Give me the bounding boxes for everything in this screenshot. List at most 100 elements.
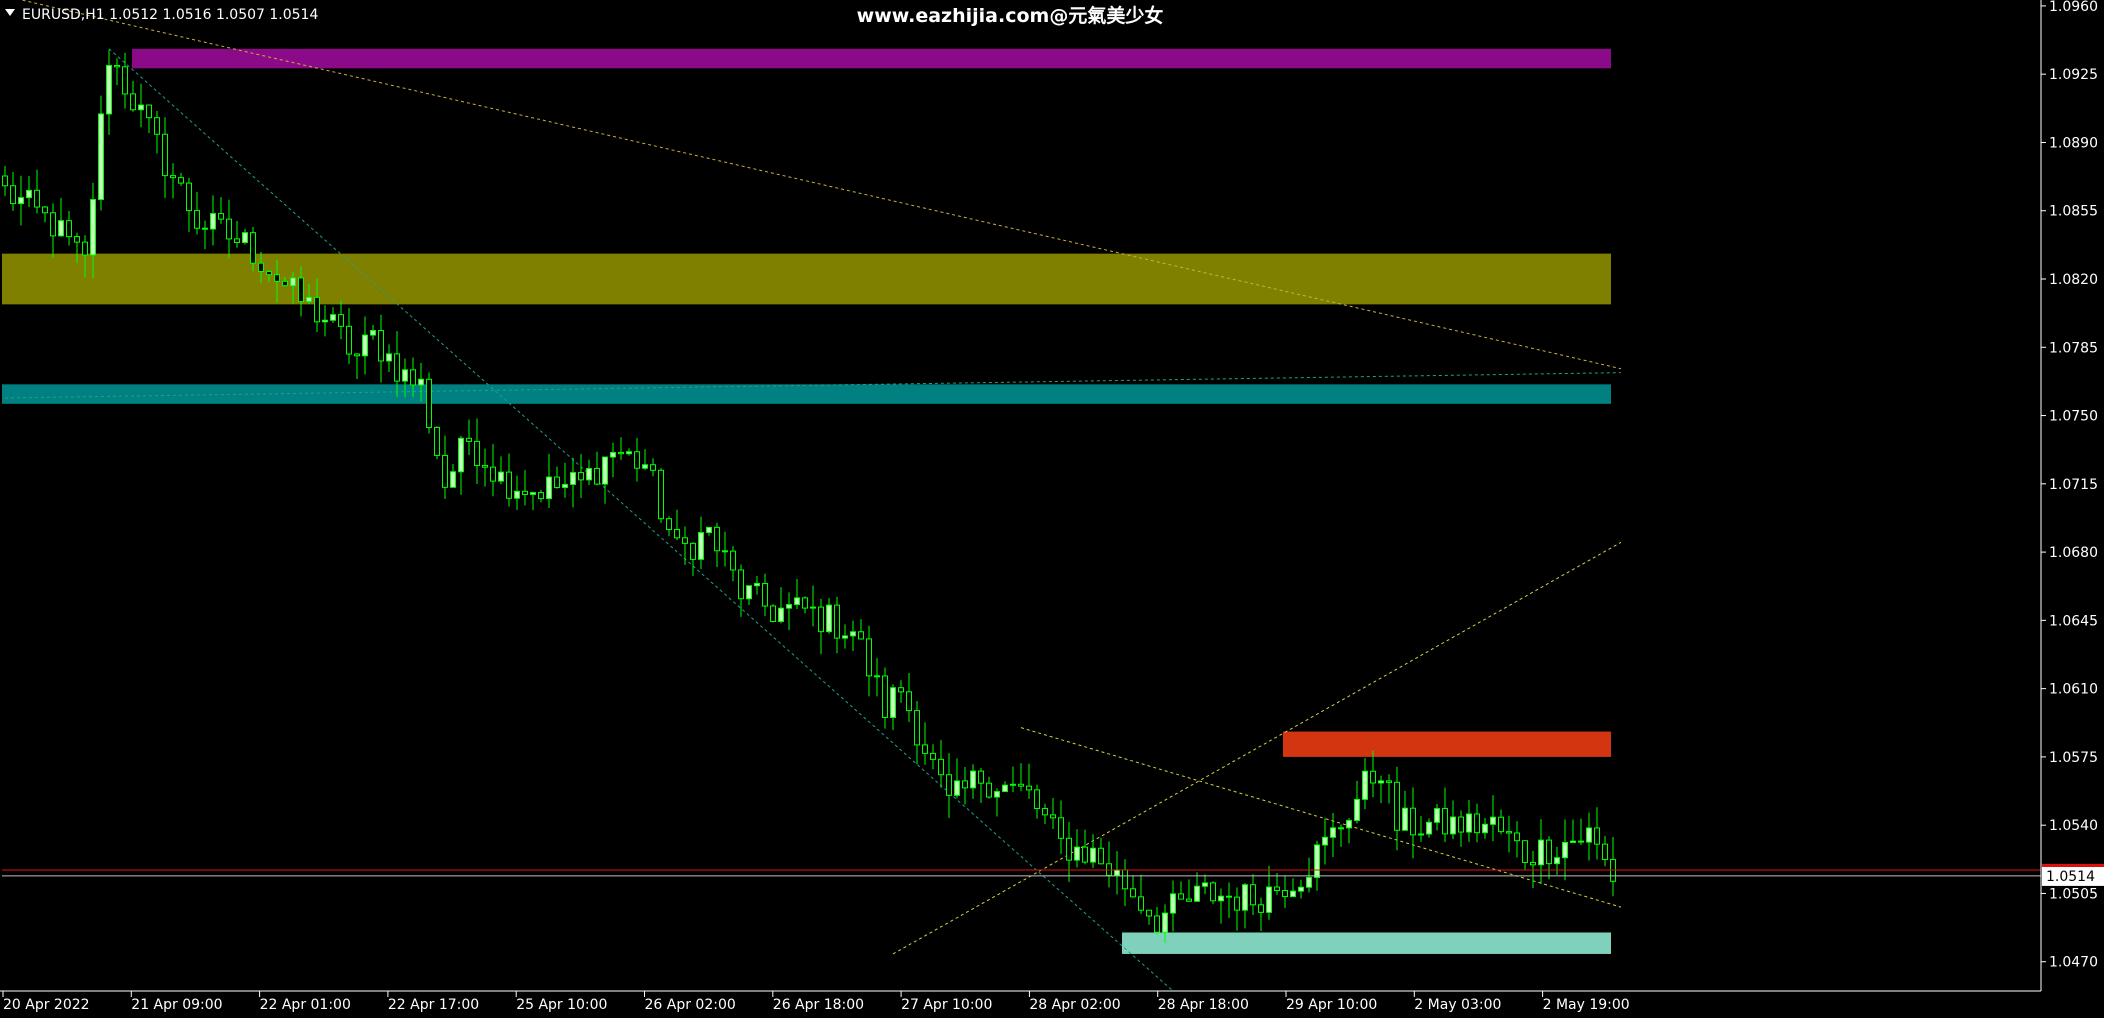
candle-body xyxy=(386,353,392,362)
candle-body xyxy=(866,638,872,677)
y-tick-label: 1.0505 xyxy=(2049,886,2098,902)
candle-body xyxy=(1082,846,1088,863)
candle-body xyxy=(850,631,856,637)
candle-body xyxy=(354,353,360,357)
candle-body xyxy=(442,454,448,488)
candle-body xyxy=(674,528,680,539)
candle-body xyxy=(874,675,880,678)
candle-body xyxy=(18,197,24,205)
candle-body xyxy=(218,213,224,220)
candle-body xyxy=(610,451,616,458)
candle-body xyxy=(1234,896,1240,911)
candle-body xyxy=(1026,785,1032,791)
y-tick-label: 1.0820 xyxy=(2049,272,2098,288)
candle-body xyxy=(546,476,552,500)
candle-body xyxy=(1594,827,1600,845)
candle-body xyxy=(330,314,336,321)
y-tick-label: 1.0470 xyxy=(2049,955,2098,971)
zone-rect[interactable] xyxy=(132,48,1611,69)
zone-rect[interactable] xyxy=(1122,932,1611,954)
candle-body xyxy=(986,782,992,798)
candle-body xyxy=(602,456,608,485)
candle-body xyxy=(1274,886,1280,891)
candle-body xyxy=(530,492,536,495)
candle-body xyxy=(514,490,520,499)
candle-body xyxy=(906,691,912,712)
candle-body xyxy=(834,604,840,639)
candle-body xyxy=(1010,783,1016,786)
candle-body xyxy=(434,426,440,456)
candle-body xyxy=(474,440,480,466)
candle-body xyxy=(1354,798,1360,821)
candle-body xyxy=(322,319,328,323)
candle-body xyxy=(1074,846,1080,861)
candle-body xyxy=(266,270,272,276)
candle-body xyxy=(1250,884,1256,906)
candle-body xyxy=(1298,886,1304,892)
candle-body xyxy=(1378,780,1384,784)
candle-body xyxy=(306,296,312,303)
y-tick-label: 1.0610 xyxy=(2049,682,2098,698)
candle-body xyxy=(1098,847,1104,865)
candle-body xyxy=(1138,896,1144,911)
candle-body xyxy=(242,232,248,243)
candle-body xyxy=(194,210,200,229)
x-tick-label: 28 Apr 02:00 xyxy=(1029,997,1120,1013)
candle-body xyxy=(1170,893,1176,914)
y-tick-label: 1.0540 xyxy=(2049,818,2098,834)
candle-body xyxy=(298,277,304,303)
candle-body xyxy=(842,635,848,639)
y-tick-label: 1.0785 xyxy=(2049,340,2098,356)
candle-body xyxy=(1194,885,1200,902)
candle-body xyxy=(1210,882,1216,902)
candle-body xyxy=(74,236,80,243)
candle-body xyxy=(1002,784,1008,793)
current-price-text: 1.0514 xyxy=(2046,869,2095,885)
candle-body xyxy=(738,569,744,600)
candle-body xyxy=(370,329,376,336)
watermark-text: www.eazhijia.com@元氣美少女 xyxy=(857,4,1164,27)
trendlines-layer xyxy=(4,0,1622,992)
x-tick-label: 20 Apr 2022 xyxy=(3,997,90,1013)
candle-body xyxy=(122,66,128,95)
trendline[interactable] xyxy=(108,48,1174,992)
candle-body xyxy=(90,199,96,256)
candle-body xyxy=(1498,816,1504,833)
candle-body xyxy=(1546,839,1552,865)
candle-body xyxy=(802,597,808,609)
candle-body xyxy=(1458,816,1464,833)
candle-body xyxy=(154,117,160,135)
chart-window[interactable]: 1.0960 1.0925 1.0890 1.0855 1.0820 1.0785 1.07… xyxy=(0,0,2104,1018)
candle-body xyxy=(1530,861,1536,866)
axis-layer: 1.0960 1.0925 1.0890 1.0855 1.0820 1.0785 1.07… xyxy=(0,0,2098,1013)
zone-rect[interactable] xyxy=(2,253,1611,305)
candle-body xyxy=(362,334,368,357)
chevron-down-icon[interactable] xyxy=(5,9,15,16)
candle-body xyxy=(234,238,240,243)
symbol-header[interactable]: EURUSD,H1 1.0512 1.0516 1.0507 1.0514 xyxy=(5,7,318,23)
y-tick-label: 1.0960 xyxy=(2049,0,2098,15)
candle-body xyxy=(618,451,624,455)
candle-body xyxy=(1562,841,1568,859)
candle-body xyxy=(66,220,72,238)
candle-body xyxy=(1050,814,1056,819)
candle-body xyxy=(1034,789,1040,810)
candle-body xyxy=(482,464,488,468)
candle-body xyxy=(1570,840,1576,843)
zone-rect[interactable] xyxy=(2,384,1611,404)
candle-body xyxy=(114,64,120,68)
candle-body xyxy=(946,774,952,796)
candle-body xyxy=(1338,827,1344,830)
candle-body xyxy=(578,472,584,481)
candle-body xyxy=(1202,882,1208,887)
x-tick-label: 29 Apr 10:00 xyxy=(1286,997,1377,1013)
candle-body xyxy=(890,687,896,718)
candle-body xyxy=(754,582,760,587)
candle-body xyxy=(634,451,640,469)
zone-rect[interactable] xyxy=(1283,731,1611,757)
candle-body xyxy=(1402,807,1408,831)
candle-body xyxy=(1066,837,1072,861)
price-chart[interactable]: 1.0960 1.0925 1.0890 1.0855 1.0820 1.0785 1.07… xyxy=(0,0,2104,1018)
candle-body xyxy=(346,325,352,355)
candle-body xyxy=(378,329,384,362)
